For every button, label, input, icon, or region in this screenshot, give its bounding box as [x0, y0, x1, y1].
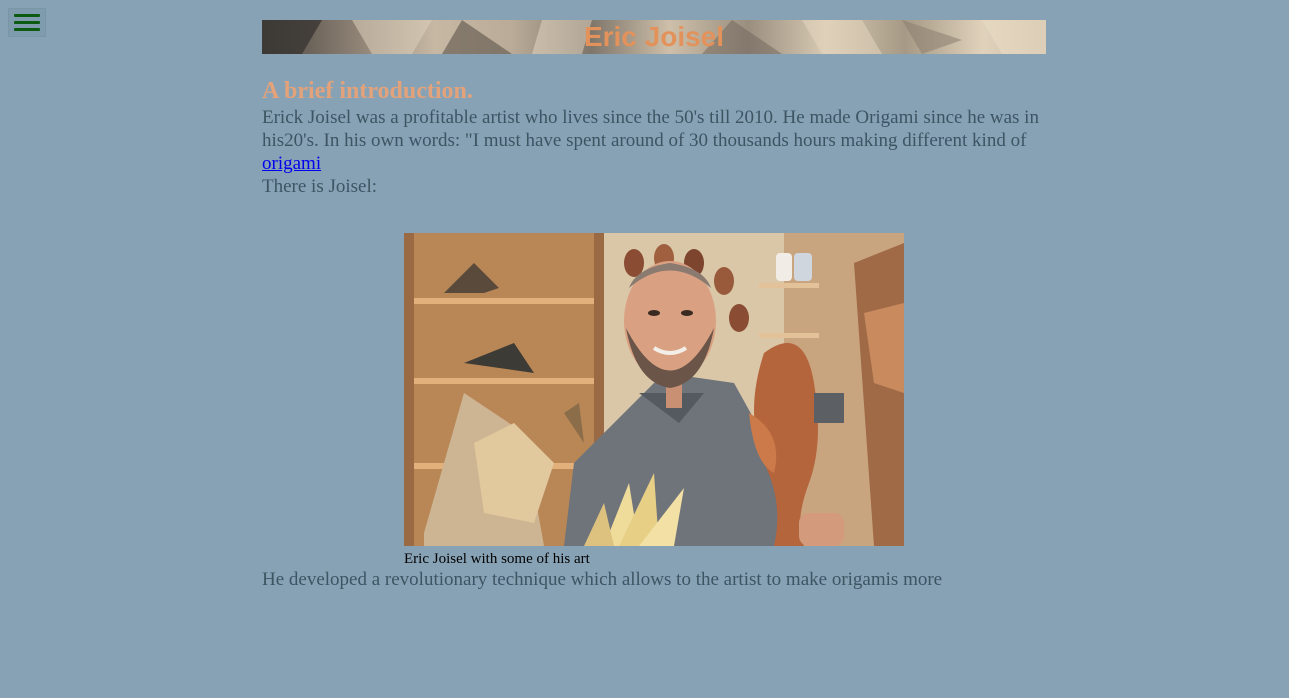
photo-caption: Eric Joisel with some of his art: [404, 551, 590, 567]
joisel-figure: Eric Joisel with some of his art: [404, 233, 904, 568]
intro-heading: A brief introduction.: [262, 78, 473, 104]
hamburger-menu-icon-bar: [14, 21, 40, 24]
intro-paragraph-text: Erick Joisel was a profitable artist who…: [262, 107, 1039, 151]
header-banner: Eric Joisel: [262, 20, 1046, 54]
joisel-photo: [404, 233, 904, 546]
technique-paragraph: He developed a revolutionary technique w…: [262, 569, 943, 590]
origami-link[interactable]: origami: [262, 153, 321, 174]
page-title: Eric Joisel: [583, 21, 725, 52]
hamburger-menu-icon: [14, 14, 40, 17]
menu-button[interactable]: [8, 8, 46, 37]
hamburger-menu-icon-bar: [14, 28, 40, 31]
intro-paragraph: Erick Joisel was a profitable artist who…: [262, 106, 1046, 175]
joisel-intro-line: There is Joisel:: [262, 176, 378, 197]
main-content: Eric Joisel A brief introduction. Erick …: [262, 20, 1046, 591]
